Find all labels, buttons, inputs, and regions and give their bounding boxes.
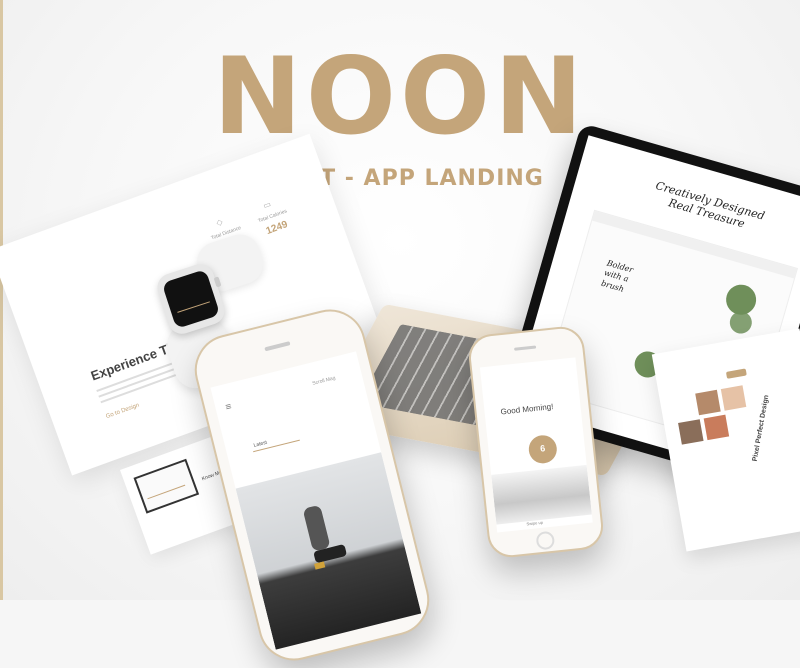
greeting-text: Good Morning! — [500, 402, 554, 417]
photographer-photo — [235, 452, 422, 650]
phone-right: Good Morning! 6 Swipe up — [466, 324, 606, 560]
pixel-perfect-caption: Pixel Perfect Design — [751, 394, 771, 463]
home-button[interactable] — [535, 530, 556, 551]
location-icon: ◇ — [215, 217, 224, 228]
watch-graph-icon — [174, 291, 210, 313]
phone-speaker — [264, 341, 291, 352]
phone-main-tag: Scroll Mag — [311, 375, 337, 387]
person-body — [302, 504, 331, 552]
go-to-design-link[interactable]: Go to Design — [105, 403, 140, 421]
person-shoe — [314, 561, 326, 570]
gallery-image — [720, 385, 747, 411]
brand-title: NOON — [213, 35, 587, 158]
watch-screen — [161, 269, 221, 329]
gallery-image — [695, 389, 721, 416]
hamburger-menu-icon[interactable]: ≡ — [224, 401, 232, 413]
cta-button[interactable] — [725, 368, 747, 379]
succulent-plant-image — [727, 308, 755, 337]
gallery-image — [678, 419, 704, 445]
phone-right-screen: Good Morning! 6 Swipe up — [479, 357, 593, 533]
laptop-note-text: Bolder with a brush — [600, 258, 635, 294]
mountain-mist-image — [491, 464, 592, 525]
phone-right-footer-text: Swipe up — [526, 519, 544, 527]
progress-ring[interactable]: 6 — [527, 433, 559, 465]
calendar-icon: ▭ — [262, 199, 273, 211]
phone-speaker — [514, 345, 537, 351]
progress-ring-value: 6 — [539, 443, 546, 454]
gallery-image — [703, 414, 730, 441]
stat-value-calories: 1249 — [264, 219, 290, 238]
